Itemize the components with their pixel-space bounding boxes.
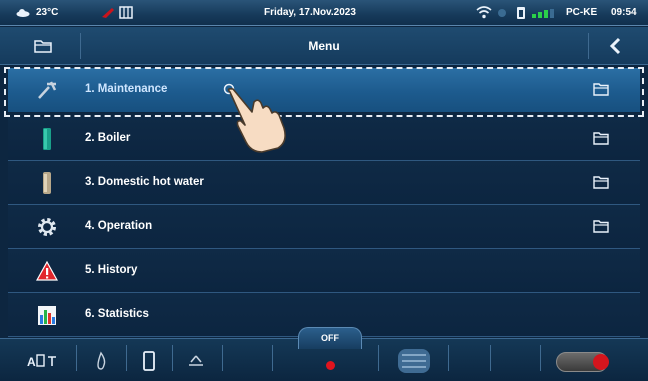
hot-water-tank-icon xyxy=(43,172,51,194)
fault-indicator-icon[interactable] xyxy=(100,5,134,20)
cloud-icon xyxy=(16,9,30,17)
status-bar: 23°C Friday, 17.Nov.2023 PC-KE 09:54 xyxy=(0,0,648,26)
bar-chart-icon xyxy=(38,306,56,325)
auto-mode-icon[interactable]: A xyxy=(24,345,64,377)
bottom-divider xyxy=(448,345,449,371)
menu-item-label: 5. History xyxy=(85,264,138,276)
gear-icon xyxy=(38,218,56,236)
warning-icon xyxy=(36,260,58,281)
screen: 23°C Friday, 17.Nov.2023 PC-KE 09:54 Men… xyxy=(0,0,648,381)
folder-icon xyxy=(593,132,609,145)
page-title: Menu xyxy=(308,39,340,53)
menu-item-operation[interactable]: 4. Operation xyxy=(8,205,640,249)
selection-highlight xyxy=(4,67,644,117)
title-divider xyxy=(588,33,589,59)
fan-icon[interactable] xyxy=(184,345,208,377)
svg-text:A: A xyxy=(27,355,36,369)
date-display: Friday, 17.Nov.2023 xyxy=(264,7,356,18)
boiler-icon xyxy=(43,128,51,150)
menu-item-label: 3. Domestic hot water xyxy=(85,176,204,188)
folder-icon xyxy=(593,176,609,189)
chevron-left-icon[interactable] xyxy=(600,33,632,59)
signal-strength-icon xyxy=(532,9,554,18)
bottom-divider xyxy=(378,345,379,371)
folder-icon xyxy=(593,220,609,233)
bottom-divider xyxy=(172,345,173,371)
hand-pointer-icon xyxy=(223,83,286,153)
network-status-icon xyxy=(498,9,506,17)
bottom-divider xyxy=(272,345,273,371)
grid-icon[interactable] xyxy=(394,345,434,377)
menu-item-label: 6. Statistics xyxy=(85,308,149,320)
bottom-divider xyxy=(222,345,223,371)
menu-item-label: 4. Operation xyxy=(85,220,153,232)
clock: 09:54 xyxy=(611,7,637,18)
menu-item-history[interactable]: 5. History xyxy=(8,249,640,293)
title-bar: Menu xyxy=(0,27,648,65)
power-toggle[interactable] xyxy=(556,352,609,372)
operating-mode-tab[interactable]: OFF xyxy=(298,327,362,349)
tank-icon[interactable] xyxy=(138,345,160,377)
battery-icon xyxy=(517,7,525,19)
flame-icon[interactable] xyxy=(90,345,112,377)
menu-item-boiler[interactable]: 2. Boiler xyxy=(8,117,640,161)
bottom-divider xyxy=(540,345,541,371)
outdoor-temperature: 23°C xyxy=(36,7,59,18)
menu-item-domestic-hot-water[interactable]: 3. Domestic hot water xyxy=(8,161,640,205)
menu-item-label: 2. Boiler xyxy=(85,132,131,144)
power-toggle-knob xyxy=(593,354,609,370)
operating-mode-label: OFF xyxy=(321,333,339,343)
device-name: PC-KE xyxy=(566,7,598,18)
bottom-divider xyxy=(76,345,77,371)
stop-icon[interactable] xyxy=(326,361,335,370)
wifi-icon xyxy=(476,6,492,19)
bottom-divider xyxy=(126,345,127,371)
bottom-divider xyxy=(490,345,491,371)
